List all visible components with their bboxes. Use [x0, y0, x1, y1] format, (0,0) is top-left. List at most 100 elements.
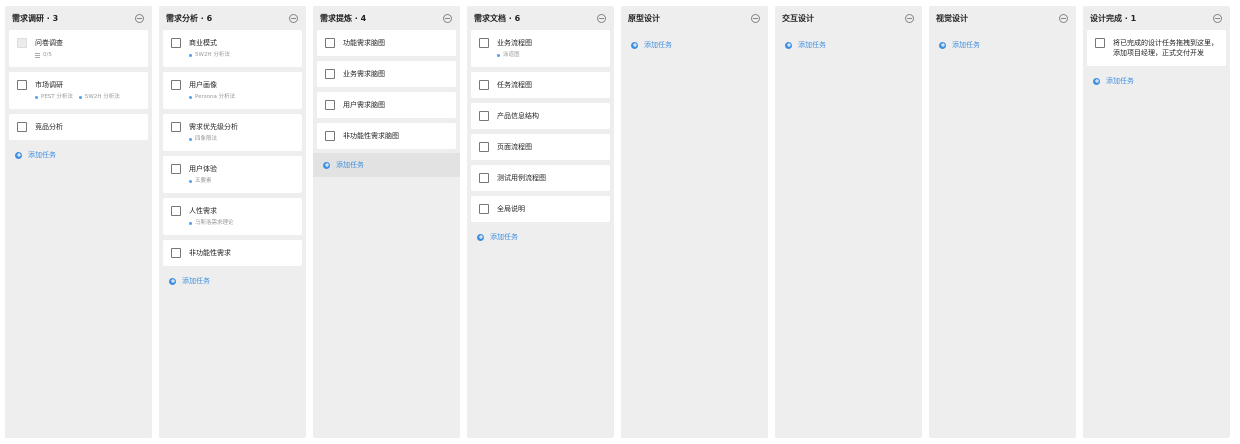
add-task-button[interactable]: 添加任务 [933, 34, 1072, 56]
add-task-button[interactable]: 添加任务 [163, 270, 302, 292]
checkbox-icon[interactable] [171, 80, 181, 90]
checkbox-icon[interactable] [171, 38, 181, 48]
task-card-main: 页面流程图 [479, 142, 602, 152]
column-header: 交互设计 [779, 6, 918, 30]
add-task-button[interactable]: 添加任务 [9, 144, 148, 166]
checkbox-icon[interactable] [171, 248, 181, 258]
task-card[interactable]: 商业模式 5W2H 分析法 [163, 30, 302, 67]
task-card[interactable]: 问卷调查 0/5 [9, 30, 148, 67]
add-task-label: 添加任务 [644, 41, 672, 49]
task-card[interactable]: 测试用例流程图 [471, 165, 610, 191]
task-tag: 四象限法 [189, 135, 217, 143]
minus-circle-icon[interactable] [1213, 13, 1222, 23]
checkbox-icon[interactable] [479, 204, 489, 214]
minus-circle-icon[interactable] [289, 13, 298, 23]
add-task-button[interactable]: 添加任务 [1087, 70, 1226, 92]
checkbox-icon[interactable] [325, 69, 335, 79]
task-card-main: 市场调研 [17, 80, 140, 90]
task-card-main: 问卷调查 [17, 38, 140, 48]
checkbox-icon[interactable] [171, 122, 181, 132]
column-header: 设计完成 · 1 [1087, 6, 1226, 30]
checkbox-icon[interactable] [1095, 38, 1105, 48]
task-card[interactable]: 任务流程图 [471, 72, 610, 98]
task-card[interactable]: 非功能性需求脑图 [317, 123, 456, 149]
minus-circle-icon[interactable] [597, 13, 606, 23]
task-title: 问卷调查 [35, 39, 63, 47]
task-title: 用户需求脑图 [343, 101, 385, 109]
task-card-main: 需求优先级分析 [171, 122, 294, 132]
column-title: 视觉设计 [936, 13, 968, 23]
column-header: 需求分析 · 6 [163, 6, 302, 30]
kanban-column: 原型设计添加任务 [621, 6, 768, 438]
checkbox-icon[interactable] [479, 173, 489, 183]
task-tag: PEST 分析法 [35, 93, 73, 101]
task-card[interactable]: 非功能性需求 [163, 240, 302, 266]
task-card[interactable]: 用户需求脑图 [317, 92, 456, 118]
task-card[interactable]: 市场调研 PEST 分析法 5W2H 分析法 [9, 72, 148, 109]
checkbox-icon[interactable] [325, 100, 335, 110]
kanban-column: 需求调研 · 3 问卷调查 0/5 市场调研 PEST 分析法 5W2H 分析法 竞品分析添… [5, 6, 152, 438]
task-title: 商业模式 [189, 39, 217, 47]
minus-circle-icon[interactable] [905, 13, 914, 23]
plus-circle-icon [15, 151, 22, 159]
task-card[interactable]: 用户画像 Persona 分析法 [163, 72, 302, 109]
checkbox-icon[interactable] [171, 164, 181, 174]
task-card[interactable]: 全局说明 [471, 196, 610, 222]
minus-glyph [445, 17, 450, 19]
add-task-label: 添加任务 [490, 233, 518, 241]
task-card[interactable]: 产品信息结构 [471, 103, 610, 129]
task-card[interactable]: 页面流程图 [471, 134, 610, 160]
checkbox-icon [17, 38, 27, 48]
minus-circle-icon[interactable] [751, 13, 760, 23]
column-title: 需求提炼 · 4 [320, 13, 367, 23]
task-meta: 四象限法 [171, 135, 294, 143]
dot-icon [189, 95, 192, 99]
checkbox-icon[interactable] [479, 80, 489, 90]
checkbox-icon[interactable] [17, 80, 27, 90]
task-title: 人性需求 [189, 207, 217, 215]
minus-circle-icon[interactable] [135, 13, 144, 23]
task-card[interactable]: 将已完成的设计任务拖拽到这里，添加项目经理，正式交付开发 [1087, 30, 1226, 66]
task-card[interactable]: 用户体验 五要素 [163, 156, 302, 193]
add-task-button[interactable]: 添加任务 [471, 226, 610, 248]
minus-glyph [291, 17, 296, 19]
minus-circle-icon[interactable] [443, 13, 452, 23]
minus-glyph [137, 17, 142, 19]
task-card-main: 用户体验 [171, 164, 294, 174]
subtask-count: 0/5 [43, 52, 52, 58]
minus-circle-icon[interactable] [1059, 13, 1068, 23]
task-card[interactable]: 功能需求脑图 [317, 30, 456, 56]
task-title: 产品信息结构 [497, 112, 539, 120]
task-card[interactable]: 竞品分析 [9, 114, 148, 140]
task-card-main: 非功能性需求 [171, 248, 294, 258]
task-card[interactable]: 业务流程图 泳道图 [471, 30, 610, 67]
task-card[interactable]: 需求优先级分析四象限法 [163, 114, 302, 151]
task-title: 测试用例流程图 [497, 174, 546, 182]
task-card-main: 将已完成的设计任务拖拽到这里，添加项目经理，正式交付开发 [1095, 38, 1218, 58]
tag-label: 5W2H 分析法 [195, 52, 230, 58]
task-card-main: 竞品分析 [17, 122, 140, 132]
plus-circle-icon [477, 233, 484, 241]
task-card-main: 商业模式 [171, 38, 294, 48]
checkbox-icon[interactable] [325, 131, 335, 141]
checkbox-icon[interactable] [171, 206, 181, 216]
checkbox-icon[interactable] [479, 142, 489, 152]
task-card-main: 非功能性需求脑图 [325, 131, 448, 141]
task-card[interactable]: 业务需求脑图 [317, 61, 456, 87]
card-list: 将已完成的设计任务拖拽到这里，添加项目经理，正式交付开发 [1087, 30, 1226, 66]
plus-circle-icon [323, 161, 330, 169]
add-task-button[interactable]: 添加任务 [625, 34, 764, 56]
column-title: 原型设计 [628, 13, 660, 23]
task-meta: 马斯洛需求理论 [171, 219, 294, 227]
add-task-button[interactable]: 添加任务 [313, 153, 460, 177]
checkbox-icon[interactable] [17, 122, 27, 132]
task-meta: PEST 分析法 5W2H 分析法 [17, 93, 140, 101]
checkbox-icon[interactable] [479, 111, 489, 121]
add-task-button[interactable]: 添加任务 [779, 34, 918, 56]
checkbox-icon[interactable] [479, 38, 489, 48]
add-task-label: 添加任务 [952, 41, 980, 49]
column-header: 视觉设计 [933, 6, 1072, 30]
task-card[interactable]: 人性需求马斯洛需求理论 [163, 198, 302, 235]
task-tag: 泳道图 [497, 51, 520, 59]
checkbox-icon[interactable] [325, 38, 335, 48]
